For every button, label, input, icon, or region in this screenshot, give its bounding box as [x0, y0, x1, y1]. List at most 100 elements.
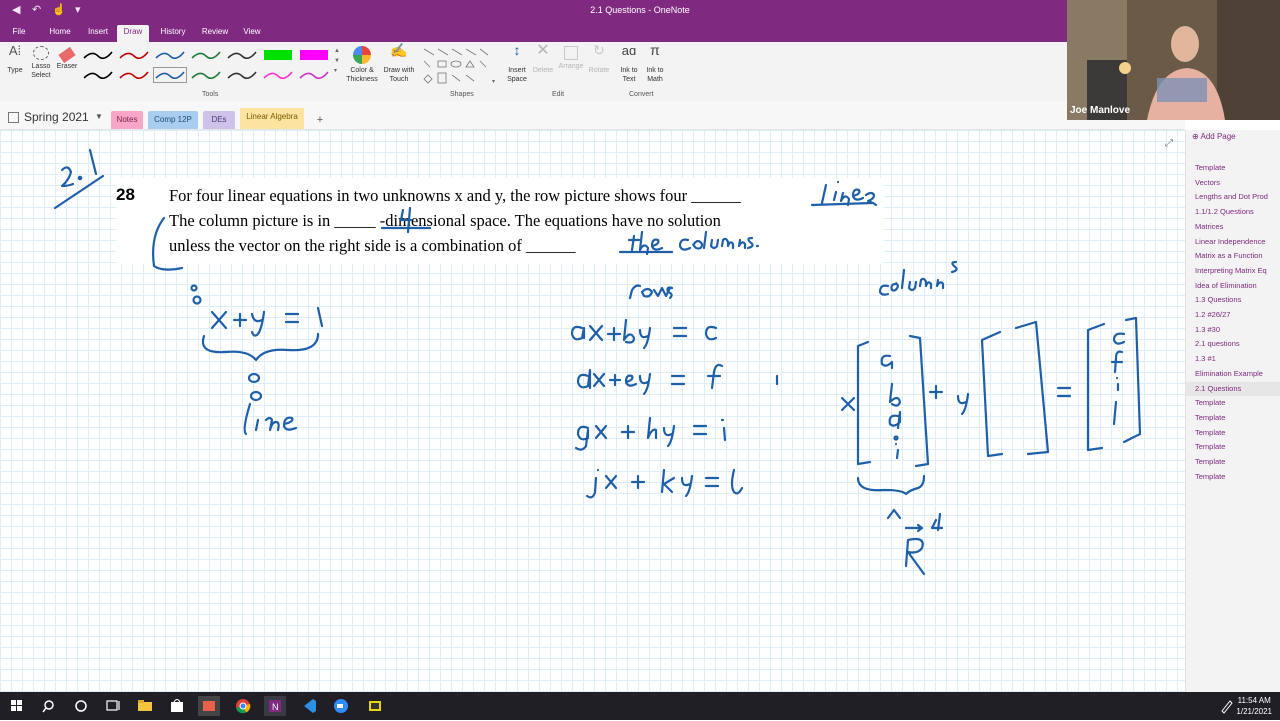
page-list-item[interactable]: Template	[1186, 396, 1280, 410]
insert-space-icon: ↕	[513, 42, 521, 58]
color-wheel-icon	[353, 46, 371, 64]
rotate-button[interactable]: ↻ Rotate	[586, 42, 612, 75]
page-list-item[interactable]: Elimination Example	[1186, 367, 1280, 381]
tab-insert[interactable]: Insert	[83, 25, 113, 42]
page-list-item[interactable]: Matrices	[1186, 220, 1280, 234]
edit-group-label: Edit	[552, 91, 565, 98]
tab-review[interactable]: Review	[198, 25, 232, 42]
chevron-down-icon[interactable]: ▼	[95, 112, 103, 121]
store-icon[interactable]	[166, 696, 188, 716]
problem-line-2: The column picture is in _____ -dimensio…	[169, 211, 721, 230]
section-tab-des[interactable]: DEs	[203, 111, 235, 129]
eraser-button[interactable]: Eraser	[55, 46, 79, 71]
page-list-item[interactable]: 1.3 #30	[1186, 323, 1280, 337]
pen-swatch[interactable]	[262, 68, 294, 82]
page-list-item[interactable]: 1.3 Questions	[1186, 293, 1280, 307]
type-button[interactable]: A⁞ Type	[4, 44, 26, 75]
pen-swatch[interactable]	[82, 48, 114, 62]
pen-swatch[interactable]	[298, 48, 330, 62]
search-icon[interactable]	[38, 696, 60, 716]
pen-swatch[interactable]	[190, 68, 222, 82]
page-list-item[interactable]: Linear Independence	[1186, 235, 1280, 249]
ink-to-math-button[interactable]: π Ink to Math	[642, 42, 668, 84]
pen-swatch[interactable]	[262, 48, 294, 62]
page-list-item[interactable]: Idea of Elimination	[1186, 279, 1280, 293]
pen-swatch[interactable]	[226, 48, 258, 62]
page-list-item[interactable]: 1.2 #26/27	[1186, 308, 1280, 322]
page-list-item[interactable]: Vectors	[1186, 176, 1280, 190]
page-list-item[interactable]: Template	[1186, 161, 1280, 175]
pen-swatch[interactable]	[226, 68, 258, 82]
tab-draw[interactable]: Draw	[117, 25, 149, 42]
tab-home[interactable]: Home	[44, 25, 76, 42]
vscode-icon[interactable]	[298, 696, 320, 716]
page-list-item[interactable]: Interpreting Matrix Eq	[1186, 264, 1280, 278]
page-list-item[interactable]: Template	[1186, 470, 1280, 484]
pen-swatch[interactable]	[154, 48, 186, 62]
ink-to-math-icon: π	[650, 42, 660, 58]
tab-file[interactable]: File	[6, 25, 32, 42]
pen-swatch[interactable]	[298, 68, 330, 82]
folder-shortcut-icon[interactable]	[364, 696, 386, 716]
page-list-item[interactable]: 1.3 #1	[1186, 352, 1280, 366]
page-list: ⊕ Add Page Template Vectors Lengths and Do…	[1185, 130, 1280, 692]
problem-line-3: unless the vector on the right side is a…	[169, 236, 576, 255]
taskbar: N 11:54 AM 1/21/2021	[0, 692, 1280, 720]
tab-view[interactable]: View	[238, 25, 266, 42]
chrome-icon[interactable]	[232, 696, 254, 716]
page-list-item[interactable]: Template	[1186, 426, 1280, 440]
pen-swatch[interactable]	[153, 67, 187, 83]
webcam-image	[1067, 0, 1280, 120]
expand-icon[interactable]: ⤢	[1165, 138, 1173, 149]
section-tab-notes[interactable]: Notes	[111, 111, 143, 129]
problem-number: 28	[116, 185, 135, 204]
task-view-icon[interactable]	[102, 696, 124, 716]
arrange-button[interactable]: Arrange	[556, 46, 586, 71]
pen-swatch[interactable]	[190, 48, 222, 62]
tools-group-label: Tools	[202, 91, 219, 98]
section-tab-linear-algebra[interactable]: Linear Algebra	[240, 108, 304, 129]
page-list-item[interactable]: Lengths and Dot Prod	[1186, 190, 1280, 204]
lasso-icon	[33, 46, 49, 60]
rotate-icon: ↻	[593, 42, 605, 58]
svg-text:▾: ▾	[492, 79, 495, 85]
pen-swatch[interactable]	[118, 48, 150, 62]
page-list-item[interactable]: 2.1 Questions	[1186, 381, 1280, 396]
page-list-item[interactable]: Matrix as a Function	[1186, 249, 1280, 263]
page-list-item[interactable]: Template	[1186, 440, 1280, 454]
shapes-gallery[interactable]: ▾	[420, 45, 498, 87]
webcam-name-label: Joe Manlove	[1070, 105, 1131, 116]
pen-swatch[interactable]	[118, 68, 150, 82]
taskbar-clock[interactable]: 11:54 AM 1/21/2021	[1236, 695, 1272, 717]
clock-date: 1/21/2021	[1236, 707, 1272, 716]
add-section-button[interactable]: +	[312, 111, 328, 129]
zoom-icon[interactable]	[330, 696, 352, 716]
file-explorer-icon[interactable]	[134, 696, 156, 716]
tab-history[interactable]: History	[155, 25, 191, 42]
cortana-icon[interactable]	[70, 696, 92, 716]
lasso-select-button[interactable]: Lasso Select	[28, 46, 54, 80]
page-list-item[interactable]: Template	[1186, 411, 1280, 425]
page-list-item[interactable]: 1.1/1.2 Questions	[1186, 205, 1280, 219]
ink-to-text-button[interactable]: aɑ Ink to Text	[616, 44, 642, 84]
pen-gallery-scroll[interactable]: ▲ ▼ ▾	[334, 46, 340, 76]
problem-image: 28 For four linear equations in two unkn…	[116, 178, 884, 264]
notebook-selector[interactable]: Spring 2021	[24, 110, 89, 124]
section-tab-comp12p[interactable]: Comp 12P	[148, 111, 198, 129]
pen-swatch[interactable]	[82, 68, 114, 82]
pen-workspace-icon[interactable]	[1216, 696, 1238, 716]
add-page-button[interactable]: ⊕ Add Page	[1192, 130, 1236, 144]
windows-start-icon[interactable]	[6, 696, 28, 716]
arrange-icon	[564, 46, 578, 60]
delete-button[interactable]: ✕ Delete	[531, 42, 555, 75]
draw-with-touch-button[interactable]: ✍ Draw with Touch	[381, 42, 417, 84]
notebook-bar: Spring 2021 ▼ Notes Comp 12P DEs Linear …	[0, 101, 1185, 130]
page-list-item[interactable]: 2.1 questions	[1186, 337, 1280, 351]
delete-icon: ✕	[536, 42, 550, 59]
color-thickness-button[interactable]: Color & Thickness	[344, 46, 380, 84]
insert-space-button[interactable]: ↕ Insert Space	[503, 42, 531, 84]
touch-pen-icon: ✍	[390, 42, 408, 58]
page-list-item[interactable]: Template	[1186, 455, 1280, 469]
onenote-icon[interactable]: N	[264, 696, 286, 716]
snip-icon[interactable]	[198, 696, 220, 716]
